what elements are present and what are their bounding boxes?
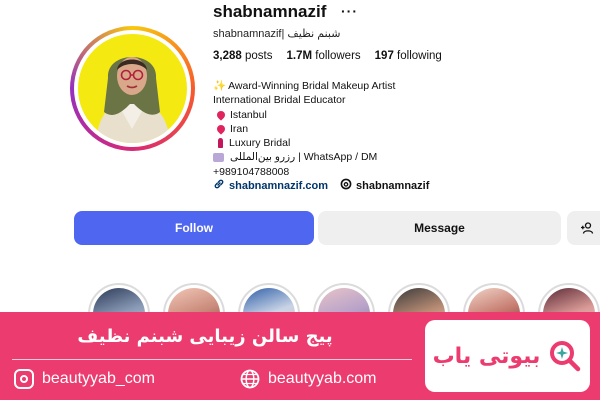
threads-link[interactable]: shabnamnazif bbox=[340, 178, 429, 193]
profile-username: shabnamnazif bbox=[213, 2, 327, 21]
message-button[interactable]: Message bbox=[318, 211, 561, 245]
promo-banner: پیج سالن زیبایی شبنم نظیف beautyyab_com … bbox=[0, 312, 600, 400]
logo-text: بیوتی یاب bbox=[432, 343, 541, 369]
website-link[interactable]: shabnamnazif.com bbox=[213, 178, 328, 193]
threads-handle: shabnamnazif bbox=[356, 179, 430, 192]
bio-line: International Bridal Educator bbox=[213, 93, 395, 107]
suggest-accounts-button[interactable] bbox=[567, 211, 600, 245]
location-pin-icon bbox=[215, 123, 227, 135]
banner-website[interactable]: beautyyab.com bbox=[240, 369, 377, 389]
banner-instagram[interactable]: beautyyab_com bbox=[14, 369, 155, 389]
sparkles-icon: ✨ bbox=[213, 80, 227, 92]
bio-text: Award-Winning Bridal Makeup Artist bbox=[228, 80, 396, 92]
posts-label: posts bbox=[244, 50, 273, 62]
follow-button[interactable]: Follow bbox=[74, 211, 314, 245]
avatar-border bbox=[74, 30, 191, 147]
profile-stats: 3,288 posts 1.7M followers 197 following bbox=[213, 50, 442, 62]
followers-count: 1.7M bbox=[286, 50, 313, 62]
followers-stat[interactable]: 1.7M followers bbox=[286, 50, 360, 62]
location-pin-icon bbox=[215, 109, 227, 121]
followers-label: followers bbox=[315, 50, 361, 62]
brand-logo: بیوتی یاب bbox=[425, 320, 590, 392]
threads-icon bbox=[340, 178, 352, 193]
bio-line: Luxury Bridal bbox=[213, 136, 395, 150]
banner-divider bbox=[12, 359, 412, 360]
inbox-icon bbox=[213, 153, 224, 163]
avatar-portrait bbox=[96, 57, 170, 143]
instagram-handle: beautyyab_com bbox=[42, 370, 155, 387]
banner-title: پیج سالن زیبایی شبنم نظیف bbox=[77, 326, 333, 347]
posts-stat: 3,288 posts bbox=[213, 50, 272, 62]
magnifier-sparkle-icon bbox=[550, 341, 581, 372]
lipstick-icon bbox=[218, 138, 223, 149]
bio-line: Iran bbox=[213, 122, 395, 136]
globe-icon bbox=[240, 369, 260, 389]
bio-line: ✨ Award-Winning Bridal Makeup Artist bbox=[213, 79, 395, 93]
following-stat[interactable]: 197 following bbox=[375, 50, 442, 62]
add-person-icon bbox=[581, 222, 594, 234]
profile-full-name: shabnamnazif| شبنم نظیف bbox=[213, 28, 341, 40]
bio-text: Iran bbox=[230, 122, 249, 135]
bio-text: International Bridal Educator bbox=[213, 94, 346, 107]
following-count: 197 bbox=[374, 50, 394, 62]
banner-website-text: beautyyab.com bbox=[268, 370, 377, 387]
bio-phone: +989104788008 bbox=[213, 165, 290, 178]
more-horizontal-icon[interactable]: ··· bbox=[341, 3, 358, 19]
posts-count: 3,288 bbox=[213, 50, 242, 62]
bio-text: رزرو بین‌المللی | WhatsApp / DM bbox=[230, 151, 378, 164]
website-link-text: shabnamnazif.com bbox=[229, 179, 329, 192]
bio-line: +989104788008 bbox=[213, 165, 395, 179]
bio-line: رزرو بین‌المللی | WhatsApp / DM bbox=[213, 150, 395, 164]
bio-text: Luxury Bridal bbox=[229, 137, 291, 150]
profile-bio: ✨ Award-Winning Bridal Makeup Artist Inte… bbox=[213, 79, 395, 179]
instagram-icon bbox=[14, 369, 34, 389]
following-label: following bbox=[397, 50, 442, 62]
avatar bbox=[78, 34, 187, 143]
profile-links: shabnamnazif.com shabnamnazif bbox=[213, 178, 429, 193]
bio-line: Istanbul bbox=[213, 108, 395, 122]
link-icon bbox=[213, 178, 225, 193]
bio-text: Istanbul bbox=[230, 108, 267, 121]
profile-avatar-ring[interactable] bbox=[70, 26, 195, 151]
